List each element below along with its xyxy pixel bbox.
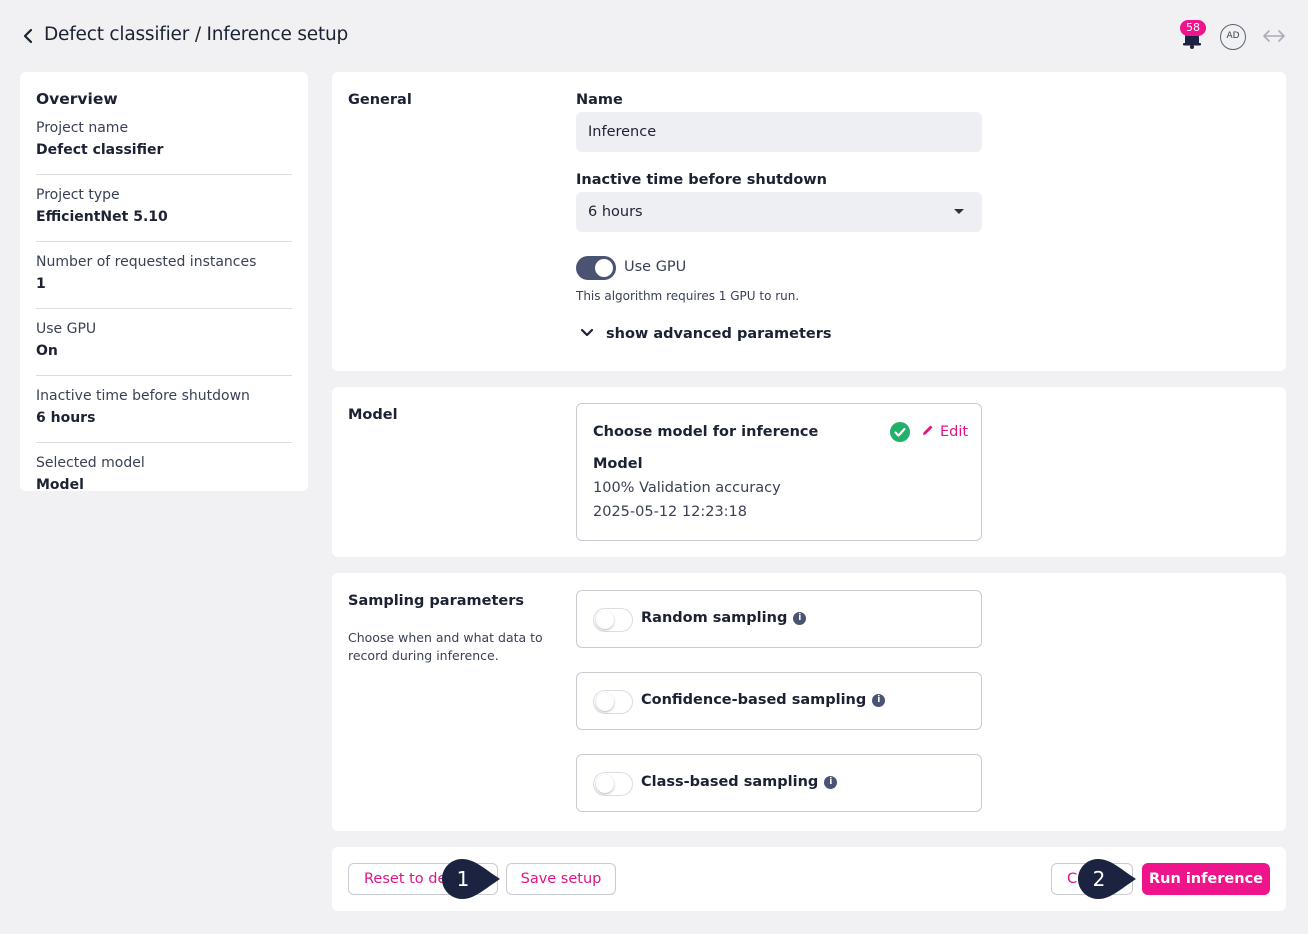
class-sampling-label: Class-based sampling i bbox=[641, 774, 838, 790]
sampling-option-label: Class-based sampling bbox=[641, 774, 819, 790]
shutdown-select-value: 6 hours bbox=[588, 204, 643, 220]
sampling-option-label: Confidence-based sampling bbox=[641, 692, 867, 708]
random-sampling-option: Random sampling i bbox=[576, 590, 982, 648]
general-section-label: General bbox=[348, 92, 412, 108]
model-name: Model bbox=[593, 456, 643, 472]
overview-item-shutdown: Inactive time before shutdown 6 hours bbox=[36, 386, 292, 443]
shutdown-select[interactable]: 6 hours bbox=[576, 192, 982, 232]
general-card: General Name Inference Inactive time bef… bbox=[332, 72, 1286, 371]
gpu-requirement-note: This algorithm requires 1 GPU to run. bbox=[576, 289, 800, 303]
actions-card: Reset to de Save setup C Run inference 1… bbox=[332, 847, 1286, 911]
overview-value: 6 hours bbox=[36, 410, 96, 426]
use-gpu-label: Use GPU bbox=[624, 259, 687, 275]
toggle-knob bbox=[595, 259, 613, 277]
use-gpu-toggle[interactable] bbox=[576, 256, 616, 280]
toggle-knob bbox=[596, 611, 614, 629]
sampling-card: Sampling parameters Choose when and what… bbox=[332, 573, 1286, 831]
save-setup-button[interactable]: Save setup bbox=[506, 863, 616, 895]
model-section-label: Model bbox=[348, 407, 398, 423]
info-icon[interactable]: i bbox=[872, 693, 886, 707]
overview-item-use-gpu: Use GPU On bbox=[36, 319, 292, 376]
overview-panel: Overview Project name Defect classifier … bbox=[20, 72, 308, 493]
expand-width-icon[interactable] bbox=[1262, 26, 1286, 46]
sampling-option-label: Random sampling bbox=[641, 610, 788, 626]
random-sampling-toggle[interactable] bbox=[593, 608, 633, 632]
overview-value: Defect classifier bbox=[36, 142, 164, 158]
confidence-sampling-toggle[interactable] bbox=[593, 690, 633, 714]
page-title: Defect classifier / Inference setup bbox=[44, 24, 349, 45]
class-sampling-option: Class-based sampling i bbox=[576, 754, 982, 812]
overview-label: Project name bbox=[36, 120, 129, 136]
overview-label: Project type bbox=[36, 187, 120, 203]
model-timestamp: 2025-05-12 12:23:18 bbox=[593, 504, 747, 520]
overview-value: On bbox=[36, 343, 58, 359]
info-icon[interactable]: i bbox=[824, 775, 838, 789]
dropdown-caret-icon bbox=[954, 209, 964, 214]
model-selection-box: Choose model for inference Edit Model 10… bbox=[576, 403, 982, 541]
random-sampling-label: Random sampling i bbox=[641, 610, 807, 626]
overview-item-project-name: Project name Defect classifier bbox=[36, 118, 292, 175]
step-marker-number: 2 bbox=[1092, 867, 1106, 891]
model-card: Model Choose model for inference Edit Mo… bbox=[332, 387, 1286, 557]
show-advanced-parameters-link[interactable]: show advanced parameters bbox=[580, 326, 832, 342]
overview-label: Inactive time before shutdown bbox=[36, 388, 250, 404]
class-sampling-toggle[interactable] bbox=[593, 772, 633, 796]
name-field-label: Name bbox=[576, 92, 623, 108]
sampling-section-label: Sampling parameters bbox=[348, 593, 524, 609]
overview-value: Model bbox=[36, 477, 84, 493]
chevron-down-icon bbox=[580, 326, 594, 342]
step-marker-number: 1 bbox=[456, 867, 470, 891]
overview-item-selected-model: Selected model Model bbox=[36, 453, 292, 509]
top-bar: Defect classifier / Inference setup 58 A… bbox=[0, 0, 1308, 72]
overview-label: Use GPU bbox=[36, 321, 97, 337]
overview-value: 1 bbox=[36, 276, 46, 292]
toggle-knob bbox=[596, 775, 614, 793]
info-icon[interactable]: i bbox=[793, 611, 807, 625]
overview-label: Number of requested instances bbox=[36, 254, 257, 270]
model-box-title: Choose model for inference bbox=[593, 424, 819, 440]
pencil-icon bbox=[921, 423, 935, 441]
confidence-sampling-label: Confidence-based sampling i bbox=[641, 692, 886, 708]
overview-item-instances: Number of requested instances 1 bbox=[36, 252, 292, 309]
back-chevron-icon[interactable] bbox=[22, 24, 42, 48]
shutdown-field-label: Inactive time before shutdown bbox=[576, 172, 828, 188]
name-input[interactable]: Inference bbox=[576, 112, 982, 152]
overview-item-project-type: Project type EfficientNet 5.10 bbox=[36, 185, 292, 242]
step-marker-1: 1 bbox=[442, 859, 500, 899]
toggle-knob bbox=[596, 693, 614, 711]
notification-count-badge: 58 bbox=[1180, 20, 1206, 36]
check-circle-icon bbox=[890, 422, 910, 442]
step-marker-2: 2 bbox=[1078, 859, 1136, 899]
user-avatar[interactable]: AD bbox=[1220, 24, 1246, 50]
advanced-link-label: show advanced parameters bbox=[606, 326, 832, 342]
edit-model-button[interactable]: Edit bbox=[921, 423, 968, 441]
overview-title: Overview bbox=[36, 90, 118, 108]
confidence-sampling-option: Confidence-based sampling i bbox=[576, 672, 982, 730]
overview-label: Selected model bbox=[36, 455, 145, 471]
sampling-description: Choose when and what data to record duri… bbox=[348, 630, 543, 663]
edit-label: Edit bbox=[940, 424, 969, 440]
model-accuracy: 100% Validation accuracy bbox=[593, 480, 781, 496]
overview-value: EfficientNet 5.10 bbox=[36, 209, 168, 225]
run-inference-button[interactable]: Run inference bbox=[1142, 863, 1270, 895]
